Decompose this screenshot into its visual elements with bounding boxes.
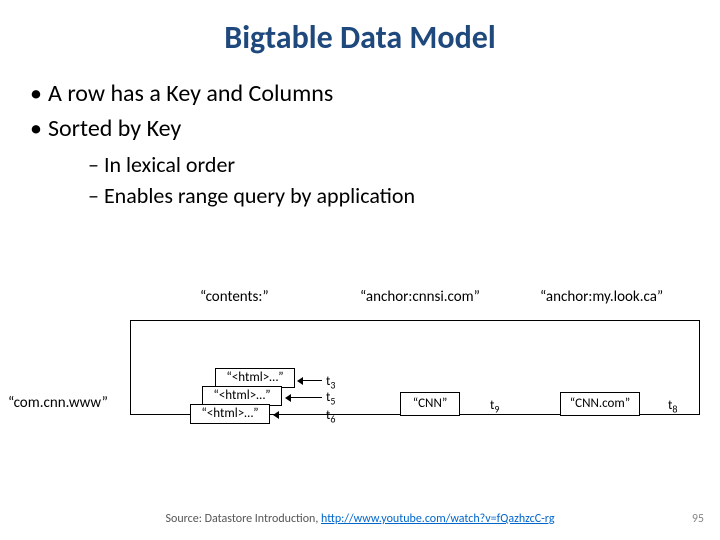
arrow-icon xyxy=(278,414,322,415)
bullet-item: •Sorted by Key xyxy=(30,114,720,143)
source-link[interactable]: http://www.youtube.com/watch?v=fQazhzcC-… xyxy=(321,512,554,526)
column-header-anchor-cnnsi: “anchor:cnnsi.com” xyxy=(360,288,480,306)
timestamp-t8: t8 xyxy=(668,398,677,416)
sub-bullet-text: Enables range query by application xyxy=(104,182,415,209)
cell-anchor-cnn: “CNN” xyxy=(400,392,460,416)
sub-bullet-text: In lexical order xyxy=(104,151,235,178)
footer-prefix: Source: Datastore Introduction, xyxy=(166,512,322,526)
source-footer: Source: Datastore Introduction, http://w… xyxy=(0,512,720,526)
cell-contents-t6: “<html>…” xyxy=(190,404,270,424)
slide-title: Bigtable Data Model xyxy=(0,0,720,57)
column-header-contents: “contents:” xyxy=(200,288,269,306)
row-key-label: “com.cnn.www” xyxy=(8,394,108,412)
page-number: 95 xyxy=(692,512,704,526)
bullet-list: •A row has a Key and Columns •Sorted by … xyxy=(30,79,720,209)
timestamp-t6: t6 xyxy=(326,408,335,426)
sub-bullet-item: – Enables range query by application xyxy=(88,182,720,209)
bullet-text: Sorted by Key xyxy=(48,114,181,143)
bullet-item: •A row has a Key and Columns xyxy=(30,79,720,108)
timestamp-t5: t5 xyxy=(326,390,335,408)
cell-anchor-cnn-com: “CNN.com” xyxy=(560,392,640,416)
timestamp-t9: t9 xyxy=(490,398,499,416)
column-header-anchor-mylook: “anchor:my.look.ca” xyxy=(540,288,663,306)
sub-bullet-list: – In lexical order – Enables range query… xyxy=(88,151,720,209)
arrow-icon xyxy=(290,397,322,398)
timestamp-t3: t3 xyxy=(326,374,335,392)
bullet-text: A row has a Key and Columns xyxy=(48,79,333,108)
sub-bullet-item: – In lexical order xyxy=(88,151,720,178)
arrow-icon xyxy=(302,380,322,381)
